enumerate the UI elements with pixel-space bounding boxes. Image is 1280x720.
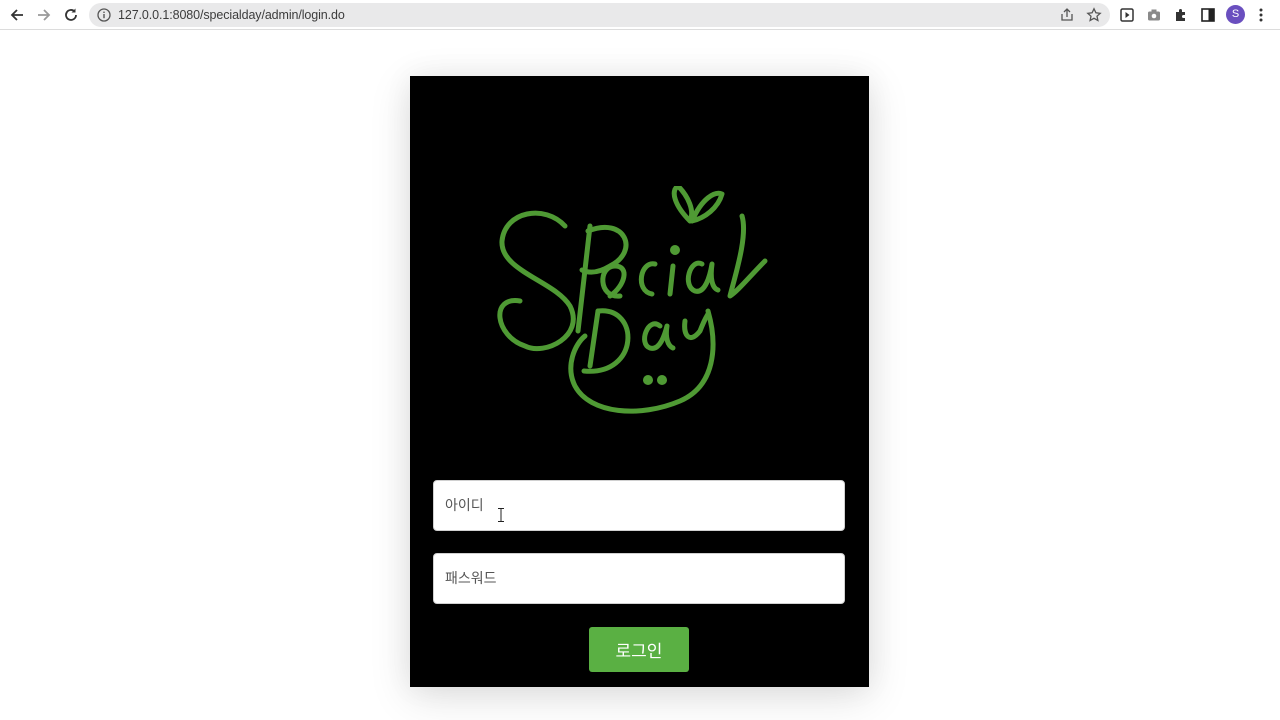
login-button[interactable]: 로그인 <box>589 627 689 672</box>
reading-mode-icon[interactable] <box>1119 7 1135 23</box>
arrow-right-icon <box>38 9 51 21</box>
login-card: 로그인 <box>410 76 869 687</box>
info-icon[interactable] <box>97 8 111 22</box>
address-bar[interactable]: 127.0.0.1:8080/specialday/admin/login.do <box>89 3 1110 27</box>
back-button[interactable] <box>6 4 28 26</box>
camera-icon[interactable] <box>1146 7 1162 23</box>
reload-button[interactable] <box>60 4 82 26</box>
forward-button[interactable] <box>33 4 55 26</box>
bookmark-star-icon[interactable] <box>1086 7 1102 23</box>
menu-kebab-icon[interactable] <box>1253 7 1269 23</box>
share-icon[interactable] <box>1059 7 1075 23</box>
profile-avatar[interactable]: S <box>1226 5 1245 24</box>
special-day-logo <box>497 186 768 414</box>
id-input[interactable] <box>433 480 845 531</box>
reload-icon <box>65 8 77 21</box>
password-input[interactable] <box>433 553 845 604</box>
address-url[interactable]: 127.0.0.1:8080/specialday/admin/login.do <box>118 7 345 23</box>
text-cursor-icon <box>498 508 504 522</box>
side-panel-icon[interactable] <box>1200 7 1216 23</box>
extensions-puzzle-icon[interactable] <box>1173 7 1189 23</box>
arrow-left-icon <box>10 9 23 21</box>
browser-toolbar: 127.0.0.1:8080/specialday/admin/login.do… <box>0 0 1280 30</box>
